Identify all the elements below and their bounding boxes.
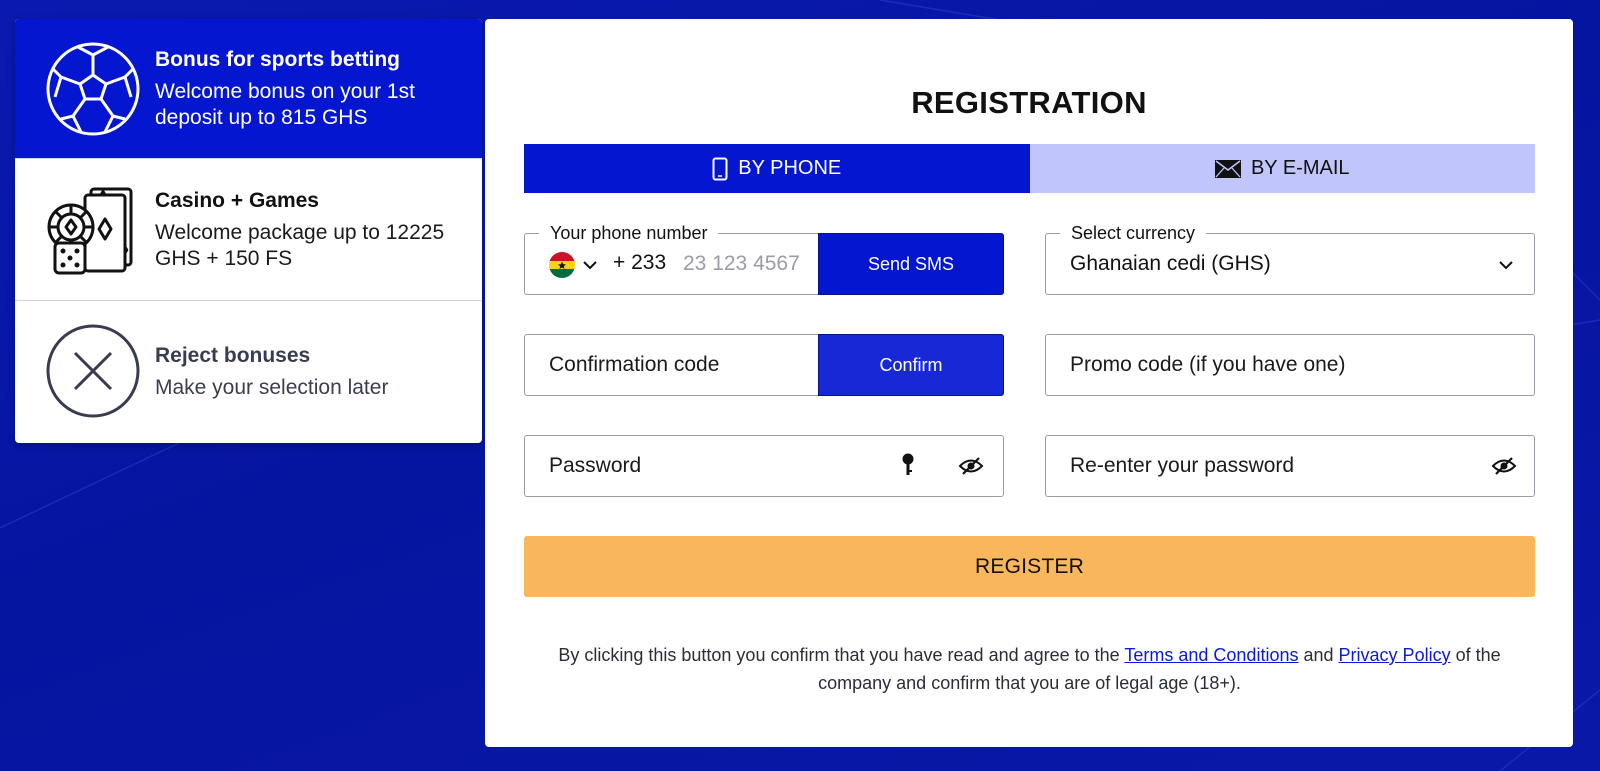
eye-slash-icon[interactable] bbox=[958, 456, 984, 476]
promo-code-placeholder: Promo code (if you have one) bbox=[1070, 353, 1346, 376]
mobile-phone-icon bbox=[712, 157, 728, 180]
eye-slash-icon[interactable] bbox=[1491, 456, 1517, 476]
currency-select[interactable]: Select currency Ghanaian cedi (GHS) bbox=[1045, 221, 1535, 295]
register-button[interactable]: REGISTER bbox=[524, 536, 1535, 597]
bonus-option-casino[interactable]: Casino + Games Welcome package up to 122… bbox=[15, 159, 482, 301]
bonus-title: Bonus for sports betting bbox=[155, 47, 400, 71]
tab-label: BY E-MAIL bbox=[1250, 157, 1350, 179]
currency-label: Select currency bbox=[1060, 221, 1207, 245]
tab-label: BY PHONE bbox=[738, 157, 842, 179]
bonus-description: Make your selection later bbox=[155, 376, 389, 399]
envelope-icon bbox=[1214, 159, 1241, 178]
repeat-password-field[interactable]: Re-enter your password bbox=[1045, 435, 1535, 497]
currency-value: Ghanaian cedi (GHS) bbox=[1070, 252, 1271, 275]
legal-text: and bbox=[1303, 645, 1334, 665]
bonus-description: Welcome bonus on your 1st deposit up to … bbox=[155, 79, 415, 129]
soccer-ball-icon bbox=[46, 42, 140, 136]
page-title: REGISTRATION bbox=[911, 85, 1147, 120]
registration-card: REGISTRATION BY PHONE BY E-MAIL Your pho… bbox=[485, 19, 1573, 747]
tab-by-phone[interactable]: BY PHONE bbox=[524, 144, 1030, 193]
key-icon[interactable] bbox=[901, 453, 915, 479]
chevron-down-icon bbox=[1499, 261, 1513, 270]
bonus-title: Reject bonuses bbox=[155, 344, 311, 367]
tab-by-email[interactable]: BY E-MAIL bbox=[1029, 144, 1535, 193]
privacy-policy-link[interactable]: Privacy Policy bbox=[1339, 645, 1451, 665]
phone-input-placeholder[interactable]: 23 123 4567 bbox=[683, 252, 800, 276]
legal-text: By clicking this button you confirm that… bbox=[558, 645, 1120, 665]
repeat-password-placeholder: Re-enter your password bbox=[1070, 454, 1295, 477]
bonus-option-reject[interactable]: Reject bonuses Make your selection later bbox=[15, 301, 482, 443]
password-placeholder: Password bbox=[549, 454, 642, 477]
bonus-selection-panel: Bonus for sports betting Welcome bonus o… bbox=[15, 19, 482, 443]
chevron-down-icon[interactable] bbox=[582, 260, 598, 270]
bonus-title: Casino + Games bbox=[155, 188, 319, 212]
bonus-description: Welcome package up to 12225 GHS + 150 FS bbox=[155, 220, 445, 270]
dial-code: + 233 bbox=[613, 251, 667, 274]
password-field[interactable]: Password bbox=[524, 435, 1004, 497]
confirm-button[interactable]: Confirm bbox=[818, 334, 1004, 396]
ghana-flag-icon bbox=[549, 252, 575, 278]
bonus-option-sports[interactable]: Bonus for sports betting Welcome bonus o… bbox=[15, 19, 482, 159]
casino-cards-dice-icon bbox=[47, 187, 133, 275]
confirmation-code-placeholder: Confirmation code bbox=[549, 353, 720, 376]
registration-method-tabs: BY PHONE BY E-MAIL bbox=[524, 144, 1535, 193]
terms-link[interactable]: Terms and Conditions bbox=[1124, 645, 1298, 665]
close-circle-icon bbox=[46, 324, 140, 418]
confirmation-code-field[interactable]: Confirmation code Confirm bbox=[524, 334, 1004, 396]
phone-number-label: Your phone number bbox=[539, 221, 719, 245]
promo-code-field[interactable]: Promo code (if you have one) bbox=[1045, 334, 1535, 396]
send-sms-button[interactable]: Send SMS bbox=[818, 233, 1004, 295]
legal-notice: By clicking this button you confirm that… bbox=[524, 641, 1535, 697]
phone-number-field: Your phone number + 233 23 123 4567 Send… bbox=[524, 221, 1004, 295]
